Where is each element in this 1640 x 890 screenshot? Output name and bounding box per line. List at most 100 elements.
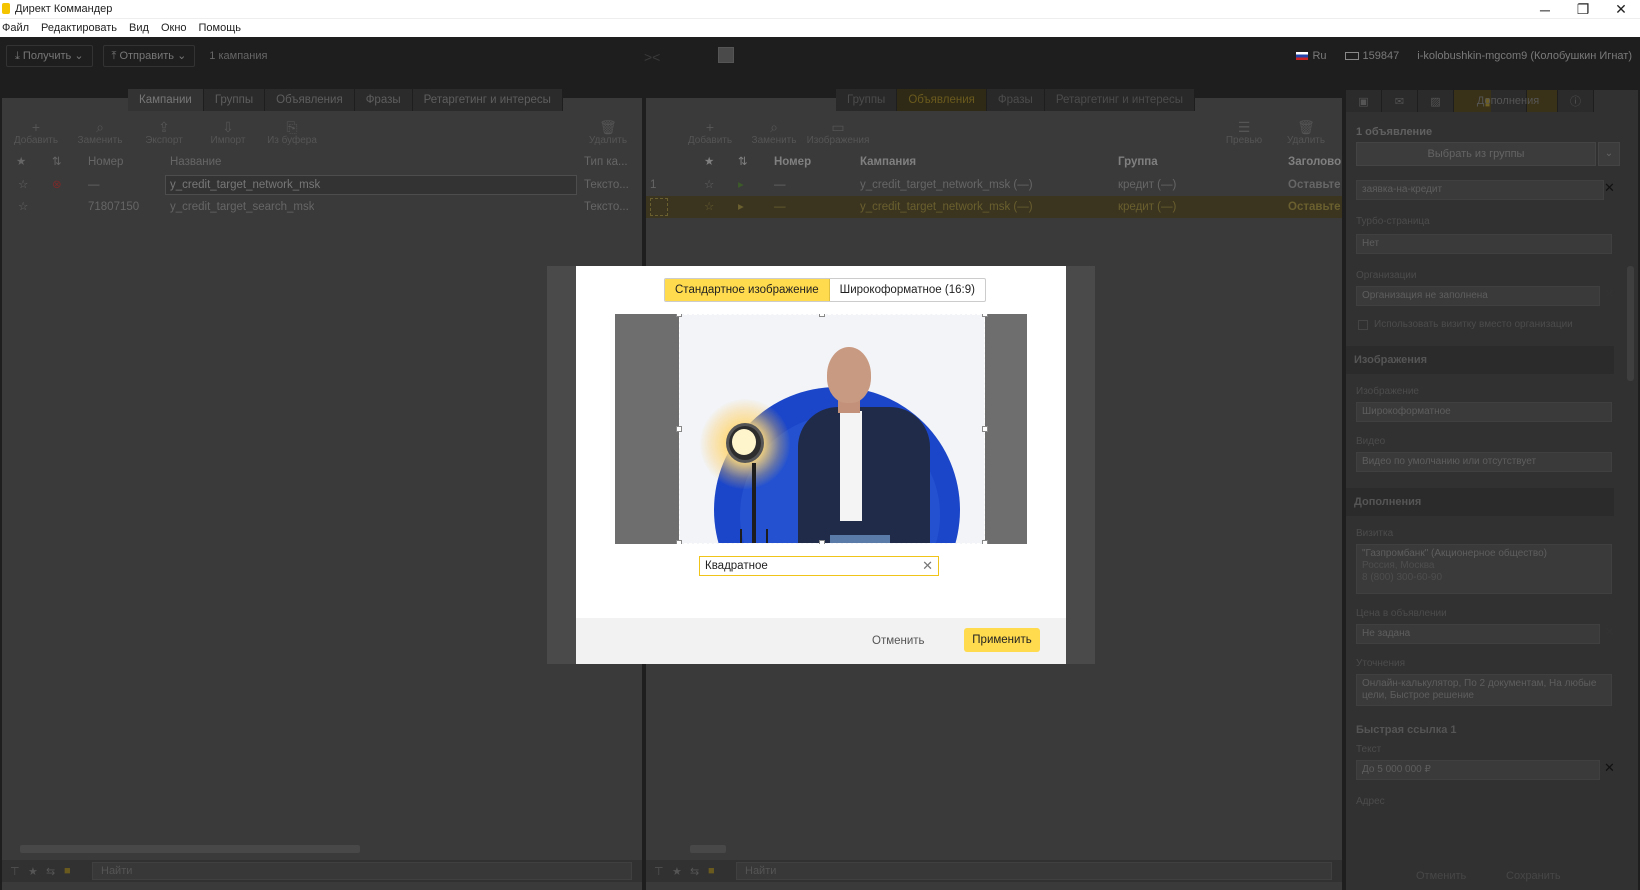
sidebar-vertical-scrollbar[interactable] <box>1627 266 1634 381</box>
video-select[interactable]: Видео по умолчанию или отсутствует <box>1356 452 1612 472</box>
status-filter-icon[interactable]: ⇆ <box>46 865 56 878</box>
clear-preset-icon[interactable]: ✕ <box>922 557 933 575</box>
star-column-icon[interactable]: ★ <box>16 152 26 172</box>
account-name[interactable]: i-kolobushkin-mgcom9 (Колобушкин Игнат) <box>1417 50 1632 62</box>
menu-edit[interactable]: Редактировать <box>41 19 117 37</box>
yellow-filter-icon[interactable]: ■ <box>64 865 74 877</box>
crop-handle-bottom-left[interactable] <box>676 540 682 544</box>
clarify-field[interactable]: Онлайн-калькулятор, По 2 документам, На … <box>1356 674 1612 706</box>
get-button[interactable]: ⤓ Получить ⌄ <box>6 45 93 67</box>
crop-handle-bottom-right[interactable] <box>982 540 988 544</box>
row-drag-handle[interactable] <box>650 198 668 216</box>
crop-handle-top-right[interactable] <box>982 314 988 317</box>
tab-groups[interactable]: Группы <box>203 89 266 111</box>
apply-button[interactable]: Применить <box>964 628 1040 652</box>
clear-name-icon[interactable]: ✕ <box>1604 180 1615 196</box>
column-title[interactable]: Заголово <box>1288 152 1342 172</box>
crop-handle-left[interactable] <box>676 426 682 432</box>
tab-standard-image[interactable]: Стандартное изображение <box>665 279 830 301</box>
cancel-button[interactable]: Отменить <box>872 635 925 647</box>
table-row-selected[interactable]: ☆ ▸ — y_credit_target_network_msk (—) кр… <box>646 196 1342 218</box>
column-number[interactable]: Номер <box>774 152 811 172</box>
card-field[interactable]: "Газпромбанк" (Акционерное общество) Рос… <box>1356 544 1612 594</box>
menu-view[interactable]: Вид <box>129 19 149 37</box>
tab-phrases[interactable]: Фразы <box>986 89 1045 111</box>
split-arrows-icon[interactable]: >< <box>644 49 660 65</box>
table-row[interactable]: ☆ ⊗ — y_credit_target_network_msk Тексто… <box>2 174 642 196</box>
quicklink-text-field[interactable]: До 5 000 000 ₽ <box>1356 760 1600 780</box>
turbo-select[interactable]: Нет <box>1356 234 1612 254</box>
left-search-input[interactable]: Найти <box>92 862 632 880</box>
org-field[interactable]: Организация не заполнена <box>1356 286 1600 306</box>
delete-campaign-button[interactable]: 🗑 Удалить <box>578 113 638 146</box>
minimize-button[interactable]: ─ <box>1526 0 1564 19</box>
image-select[interactable]: Широкоформатное <box>1356 402 1612 422</box>
menu-help[interactable]: Помощь <box>199 19 242 37</box>
column-group[interactable]: Группа <box>1118 152 1158 172</box>
preview-button[interactable]: ☰ Превью <box>1214 113 1274 146</box>
menu-file[interactable]: Файл <box>2 19 29 37</box>
tab-wide-image[interactable]: Широкоформатное (16:9) <box>830 279 985 301</box>
table-row[interactable]: ☆ 71807150 y_credit_target_search_msk Те… <box>2 196 642 218</box>
tab-image-icon[interactable]: ▨ <box>1418 90 1454 112</box>
tab-phrases[interactable]: Фразы <box>354 89 413 111</box>
star-filter-icon[interactable]: ★ <box>672 865 682 878</box>
tab-general-icon[interactable]: ▣ <box>1346 90 1382 112</box>
tab-groups[interactable]: Группы <box>836 89 898 111</box>
filter-icon[interactable]: ⊤ <box>654 865 664 878</box>
row-name-editor[interactable]: y_credit_target_network_msk <box>165 175 577 195</box>
sidebar-cancel-button[interactable]: Отменить <box>1416 870 1466 882</box>
crop-preset-input[interactable]: Квадратное ✕ <box>699 556 939 576</box>
star-icon[interactable]: ☆ <box>18 196 28 218</box>
status-column-icon[interactable]: ⇅ <box>52 152 62 172</box>
tab-info-icon[interactable]: ⓘ <box>1558 90 1594 112</box>
choose-from-group-button[interactable]: Выбрать из группы <box>1356 142 1596 166</box>
star-icon[interactable]: ☆ <box>704 196 714 218</box>
sidebar-save-button[interactable]: Сохранить <box>1506 870 1561 882</box>
column-number[interactable]: Номер <box>88 152 123 172</box>
clear-price-icon[interactable]: ✕ <box>1604 624 1615 640</box>
layout-toggle-icon[interactable] <box>718 47 734 63</box>
status-column-icon[interactable]: ⇅ <box>738 152 748 172</box>
tab-campaigns[interactable]: Кампании <box>128 89 204 111</box>
star-icon[interactable]: ☆ <box>704 174 714 196</box>
name-field[interactable]: заявка-на-кредит <box>1356 180 1604 200</box>
tab-retargeting[interactable]: Ретаргетинг и интересы <box>1044 89 1196 111</box>
column-campaign[interactable]: Кампания <box>860 152 916 172</box>
scroll-thumb[interactable] <box>20 845 360 853</box>
table-row[interactable]: 1 ☆ ▸ — y_credit_target_network_msk (—) … <box>646 174 1342 196</box>
choose-dropdown-button[interactable]: ⌄ <box>1598 142 1620 166</box>
send-button[interactable]: ⤒ Отправить ⌄ <box>102 45 196 67</box>
crop-handle-top-left[interactable] <box>676 314 682 317</box>
tab-ads[interactable]: Объявления <box>897 89 987 111</box>
tab-retargeting[interactable]: Ретаргетинг и интересы <box>412 89 563 111</box>
restore-button[interactable]: ❐ <box>1564 0 1602 19</box>
price-field[interactable]: Не задана <box>1356 624 1600 644</box>
tab-extras[interactable]: ▮ Дополнения <box>1454 90 1558 112</box>
tab-text-icon[interactable]: ✉ <box>1382 90 1418 112</box>
left-horizontal-scrollbar[interactable] <box>2 842 642 854</box>
column-type[interactable]: Тип ка... <box>584 152 628 172</box>
crop-area[interactable] <box>679 314 985 544</box>
star-icon[interactable]: ☆ <box>18 174 28 196</box>
column-name[interactable]: Название <box>170 152 221 172</box>
language-switch[interactable]: Ru <box>1296 50 1327 62</box>
delete-ad-button[interactable]: 🗑 Удалить <box>1276 113 1336 146</box>
crop-handle-bottom[interactable] <box>819 540 825 544</box>
yellow-filter-icon[interactable]: ■ <box>708 865 718 877</box>
status-filter-icon[interactable]: ⇆ <box>690 865 700 878</box>
clear-org-icon[interactable]: ✕ <box>1604 286 1615 302</box>
filter-icon[interactable]: ⊤ <box>10 865 20 878</box>
use-card-checkbox[interactable] <box>1358 320 1368 330</box>
star-filter-icon[interactable]: ★ <box>28 865 38 878</box>
right-horizontal-scrollbar[interactable] <box>646 842 1342 854</box>
menu-window[interactable]: Окно <box>161 19 187 37</box>
tab-ads[interactable]: Объявления <box>265 89 355 111</box>
crop-handle-top[interactable] <box>819 314 825 317</box>
close-button[interactable]: ✕ <box>1602 0 1640 19</box>
right-search-input[interactable]: Найти <box>736 862 1332 880</box>
star-column-icon[interactable]: ★ <box>704 152 714 172</box>
crop-handle-right[interactable] <box>982 426 988 432</box>
clear-quicklink-icon[interactable]: ✕ <box>1604 760 1615 776</box>
scroll-thumb[interactable] <box>690 845 726 853</box>
